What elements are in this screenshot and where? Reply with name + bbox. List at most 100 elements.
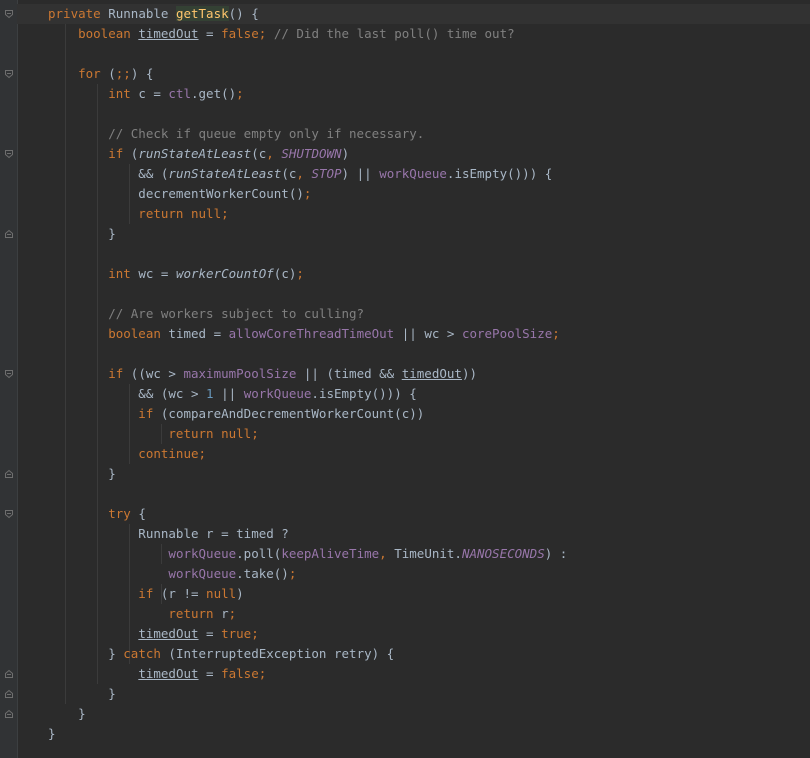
code-token: SHUTDOWN [281,146,342,161]
code-token: ; [228,606,237,621]
code-token: corePoolSize [461,326,553,341]
code-token: , [296,166,312,181]
code-line[interactable]: return null; [48,424,258,444]
code-line[interactable]: workQueue.take(); [48,564,296,584]
code-token: ) [236,586,244,601]
code-line[interactable]: int wc = workerCountOf(c); [48,264,304,284]
code-token: allowCoreThreadTimeOut [228,326,395,341]
code-token: , [379,546,395,561]
code-token: .get() [191,86,237,101]
code-line[interactable]: } catch (InterruptedException retry) { [48,644,394,664]
code-token: .take() [236,566,289,581]
code-line[interactable]: return null; [48,204,229,224]
code-token: false; [221,666,267,681]
code-token: } [48,646,124,661]
code-line[interactable]: && (runStateAtLeast(c, STOP) || workQueu… [48,164,552,184]
code-token: () { [228,6,259,21]
code-token: , [266,146,282,161]
code-token: // Check if queue empty only if necessar… [48,126,425,141]
code-token: false [221,26,259,41]
code-token: ( [108,66,116,81]
code-token: workQueue [168,546,237,561]
code-token: if [48,146,131,161]
code-line[interactable]: int c = ctl.get(); [48,84,244,104]
code-line[interactable]: } [48,684,116,704]
code-line[interactable]: if (runStateAtLeast(c, SHUTDOWN) [48,144,349,164]
code-token: ) : [544,546,568,561]
code-line[interactable]: timedOut = false; [48,664,266,684]
code-editor[interactable]: private Runnable getTask() { boolean tim… [0,0,810,758]
code-token: ; [236,86,244,101]
code-token: (r != [160,586,207,601]
code-line[interactable]: Runnable r = timed ? [48,524,289,544]
code-token: && (wc > [48,386,207,401]
code-token: ctl [168,86,191,101]
code-line[interactable]: workQueue.poll(keepAliveTime, TimeUnit.N… [48,544,567,564]
code-token: getTask [175,6,229,21]
code-token: for [48,66,109,81]
code-line[interactable]: // Check if queue empty only if necessar… [48,124,424,144]
code-token: null [206,586,237,601]
code-token: private [48,6,101,21]
code-token: STOP [311,166,342,181]
code-line[interactable]: } [48,224,116,244]
code-line[interactable]: timedOut = true; [48,624,258,644]
code-line[interactable]: if (compareAndDecrementWorkerCount(c)) [48,404,424,424]
code-token: } [48,686,116,701]
code-token: workQueue [243,386,312,401]
code-token: c = [138,86,169,101]
code-token: if [48,366,131,381]
code-token: // Are workers subject to culling? [48,306,365,321]
code-line[interactable]: continue; [48,444,206,464]
code-token: (c) [273,266,297,281]
code-line[interactable]: } [48,724,56,744]
code-token: maximumPoolSize [183,366,297,381]
code-line[interactable]: && (wc > 1 || workQueue.isEmpty())) { [48,384,416,404]
code-token: int [48,266,139,281]
code-token: ; [258,26,274,41]
code-token: ) { [130,66,154,81]
code-token: Runnable [100,6,176,21]
code-token: wc = [138,266,176,281]
code-token: try [48,506,139,521]
code-token: ; [552,326,560,341]
code-line[interactable]: } [48,704,86,724]
code-token: .isEmpty())) { [446,166,553,181]
code-line[interactable]: for (;;) { [48,64,153,84]
code-token: int [48,86,139,101]
code-line[interactable]: boolean timedOut = false; // Did the las… [48,24,515,44]
code-token: ) [341,146,350,161]
code-token: = [198,26,222,41]
code-line[interactable]: if (r != null) [48,584,244,604]
code-token: timedOut [138,26,199,41]
code-token: = [198,626,222,641]
code-line[interactable]: return r; [48,604,236,624]
code-line[interactable]: try { [48,504,146,524]
code-token: || (timed && [296,366,402,381]
code-token: // Did the last poll() time out? [273,26,515,41]
code-token: return null; [48,206,229,221]
code-token: ; [296,266,304,281]
code-token: if [48,406,161,421]
code-line[interactable]: private Runnable getTask() { [17,4,810,24]
code-token: || wc > [394,326,462,341]
code-token: boolean [48,26,139,41]
code-line[interactable]: decrementWorkerCount(); [48,184,311,204]
code-token: runStateAtLeast [138,146,252,161]
code-token: if [48,586,161,601]
code-token: workerCountOf [175,266,274,281]
code-token: 1 [206,386,214,401]
code-token: workQueue [168,566,237,581]
code-line[interactable]: } [48,464,116,484]
code-line[interactable]: boolean timed = allowCoreThreadTimeOut |… [48,324,560,344]
code-token: timedOut [138,626,199,641]
code-token: return [48,606,222,621]
code-token: boolean [48,326,169,341]
code-line[interactable]: // Are workers subject to culling? [48,304,364,324]
code-line[interactable]: if ((wc > maximumPoolSize || (timed && t… [48,364,477,384]
code-token: timedOut [401,366,462,381]
code-token: NANOSECONDS [461,546,545,561]
code-token: TimeUnit. [394,546,462,561]
